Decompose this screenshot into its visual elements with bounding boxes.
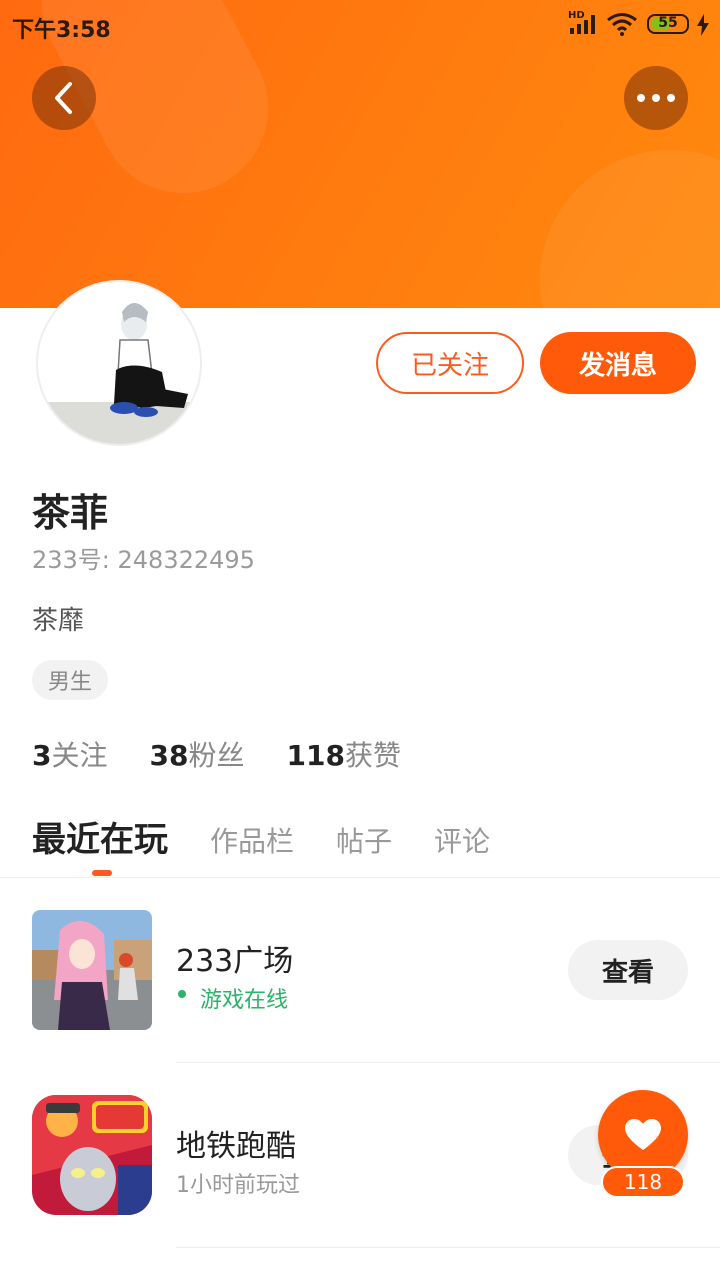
tab-posts[interactable]: 帖子	[336, 820, 392, 860]
profile-name: 茶菲	[32, 491, 109, 535]
followed-button[interactable]: 已关注	[376, 332, 524, 394]
tab-recently-played[interactable]: 最近在玩	[32, 812, 168, 861]
stat-following-label: 关注	[51, 739, 108, 772]
tab-comments[interactable]: 评论	[434, 820, 490, 860]
game-title: 地铁跑酷	[176, 1129, 296, 1164]
list-divider	[176, 1247, 720, 1248]
stat-likes-count: 118	[286, 739, 345, 772]
more-dots-icon	[637, 94, 675, 102]
game-status: 游戏在线	[200, 988, 289, 1013]
signal-icon	[570, 15, 595, 34]
heart-icon	[625, 1119, 661, 1150]
game-thumbnail	[32, 1095, 152, 1215]
charging-icon	[697, 14, 709, 36]
game-thumbnail-image	[32, 910, 152, 1030]
more-button[interactable]	[624, 66, 688, 130]
like-count: 118	[601, 1166, 685, 1198]
online-status-dot	[178, 990, 186, 998]
avatar-image	[38, 303, 200, 444]
tabs-divider	[0, 877, 720, 878]
profile-stats: 3关注 38粉丝 118获赞	[32, 734, 401, 774]
stat-following-count: 3	[32, 739, 52, 772]
chevron-left-icon	[55, 82, 72, 114]
game-thumbnail	[32, 910, 152, 1030]
battery-icon: 55	[647, 14, 689, 34]
banner-decoration	[540, 150, 720, 308]
stat-following[interactable]: 3关注	[32, 734, 108, 774]
profile-bio: 茶靡	[32, 606, 85, 636]
stat-followers[interactable]: 38粉丝	[150, 734, 245, 774]
battery-percent: 55	[658, 15, 678, 31]
stat-followers-count: 38	[149, 739, 189, 772]
game-title: 233广场	[176, 944, 294, 979]
profile-tabs: 最近在玩 作品栏 帖子 评论	[32, 812, 532, 861]
game-thumbnail-image	[32, 1095, 152, 1215]
list-item-game[interactable]: 地铁跑酷 1小时前玩过 查看	[32, 1095, 688, 1215]
list-divider	[176, 1062, 720, 1063]
list-item-game[interactable]: 233广场 游戏在线 查看	[32, 910, 688, 1030]
stat-likes[interactable]: 118获赞	[286, 734, 400, 774]
game-status: 1小时前玩过	[176, 1173, 300, 1198]
status-time: 下午3:58	[12, 18, 111, 43]
tab-works[interactable]: 作品栏	[210, 820, 294, 860]
send-message-button[interactable]: 发消息	[540, 332, 696, 394]
view-game-button[interactable]: 查看	[568, 940, 688, 1000]
wifi-icon	[607, 13, 637, 36]
active-tab-indicator	[92, 870, 112, 876]
stat-likes-label: 获赞	[344, 739, 401, 772]
profile-id: 233号: 248322495	[32, 546, 255, 574]
status-bar: 下午3:58 HD 55	[0, 0, 720, 50]
back-button[interactable]	[32, 66, 96, 130]
avatar[interactable]	[36, 280, 202, 446]
stat-followers-label: 粉丝	[188, 739, 245, 772]
gender-tag: 男生	[32, 660, 109, 700]
